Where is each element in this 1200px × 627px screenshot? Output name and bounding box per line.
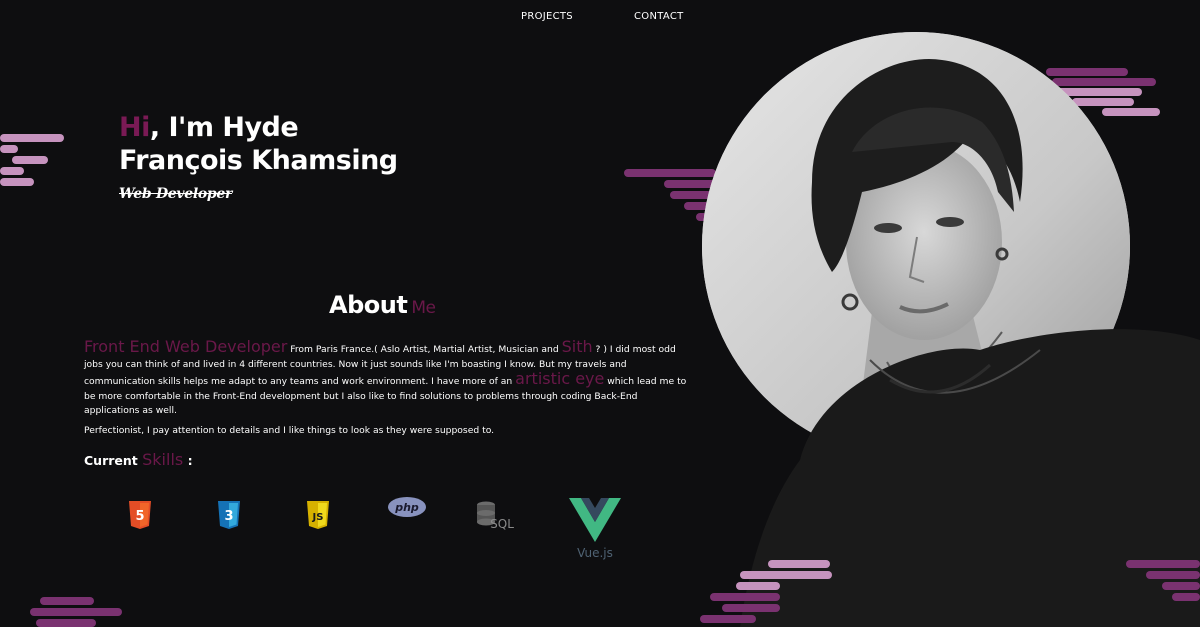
cloud-decoration-bottom-right	[1120, 558, 1200, 603]
about-accent-sith: Sith	[561, 337, 593, 356]
nav-contact-link[interactable]: CONTACT	[634, 11, 684, 22]
about-paragraph-2: Perfectionist, I pay attention to detail…	[84, 424, 495, 436]
nav-projects-link[interactable]: PROJECTS	[521, 11, 573, 22]
svg-text:3: 3	[224, 509, 233, 524]
svg-text:Vue.js: Vue.js	[577, 546, 613, 560]
skills-label-accent: Skills	[142, 450, 184, 469]
skills-label-end: :	[183, 453, 193, 468]
cloud-decoration-bottom-left	[30, 595, 130, 627]
hero-heading: Hi, I'm Hyde François Khamsing	[119, 111, 519, 177]
hero-greeting-accent: Hi	[119, 112, 150, 143]
about-title: About Me	[329, 291, 436, 319]
svg-text:JS: JS	[312, 512, 324, 523]
about-accent-artistic: artistic eye	[515, 369, 605, 389]
hero-name: François Khamsing	[119, 145, 398, 176]
cloud-decoration-left	[0, 130, 70, 186]
about-text: Front End Web Developer From Paris Franc…	[84, 337, 688, 444]
skills-heading: Current Skills :	[84, 450, 193, 469]
about-title-main: About	[329, 291, 408, 319]
about-text-a: From Paris France.( Aslo Artist, Martial…	[287, 344, 562, 355]
cloud-decoration-bottom-mid	[700, 558, 840, 627]
vue-icon: Vue.js	[567, 496, 623, 564]
css3-icon: 3	[217, 500, 241, 530]
svg-text:SQL: SQL	[490, 517, 514, 531]
skills-label: Current	[84, 453, 138, 468]
about-title-accent: Me	[411, 298, 436, 318]
svg-text:5: 5	[135, 509, 144, 524]
svg-text:php: php	[394, 501, 419, 514]
about-paragraph-1: Front End Web Developer From Paris Franc…	[84, 337, 688, 419]
js-icon: JS	[306, 500, 330, 530]
sql-icon: SQL	[474, 500, 518, 532]
php-icon: php	[387, 496, 427, 518]
skills-list: 5 3 JS php SQL Vue.js	[0, 490, 700, 570]
top-nav: PROJECTS CONTACT	[0, 11, 1200, 25]
html5-icon: 5	[128, 500, 152, 530]
hero-role: Web Developer	[119, 186, 233, 202]
hero-line-1: Hi, I'm Hyde	[119, 111, 519, 144]
about-accent-role: Front End Web Developer	[84, 337, 288, 356]
hero-greeting-rest: , I'm Hyde	[149, 112, 299, 143]
